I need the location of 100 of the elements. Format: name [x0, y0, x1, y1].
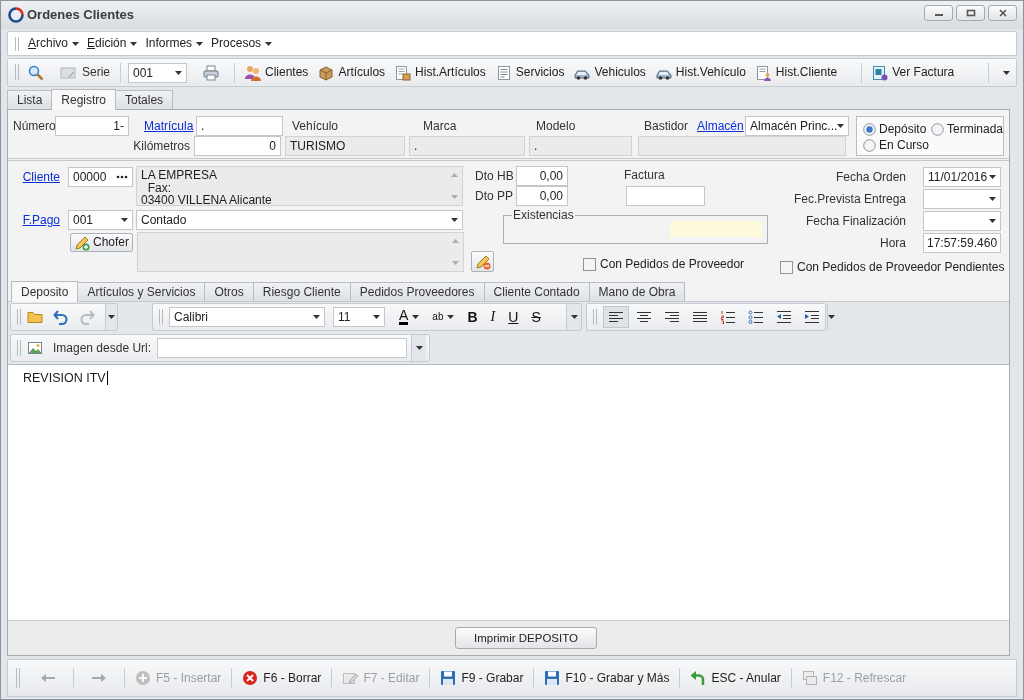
folder-icon[interactable] [27, 309, 43, 325]
discount-field[interactable]: 0,00 [516, 166, 568, 186]
menu-item[interactable]: Procesos [208, 35, 276, 52]
format-button[interactable]: S [529, 309, 543, 325]
factura-field[interactable] [626, 186, 705, 206]
save-icon [440, 670, 457, 686]
toolbar-button[interactable]: Hist.Artículos [392, 62, 489, 83]
windows-icon [801, 670, 818, 686]
pencil-plus-icon [74, 234, 90, 251]
caret-icon [570, 315, 578, 319]
format-button[interactable]: B [465, 309, 480, 325]
action-button[interactable]: F10 - Grabar y Más [541, 668, 673, 688]
tab[interactable]: Cliente Contado [483, 282, 590, 301]
image-icon[interactable] [27, 340, 43, 356]
tab[interactable]: Lista [7, 90, 53, 109]
menu-item[interactable]: Edición [84, 35, 141, 52]
menu-item[interactable]: Archivo [25, 35, 83, 52]
cliente-link[interactable]: Cliente [22, 170, 60, 184]
font-size-dropdown[interactable]: 11 [333, 307, 385, 327]
toolbar-options-button[interactable] [411, 335, 427, 361]
caret-icon [313, 315, 320, 319]
toolbar-button[interactable]: Hist.Cliente [752, 62, 841, 83]
radio-option[interactable]: En Curso [863, 138, 930, 153]
url-field[interactable] [157, 338, 408, 358]
format-button[interactable]: U [506, 309, 521, 325]
radio-option[interactable]: Terminada [931, 122, 1004, 137]
action-button[interactable]: F9 - Grabar [437, 668, 527, 688]
group-label: Existencias [512, 208, 575, 222]
undo-icon[interactable] [53, 309, 69, 325]
radio-option[interactable]: Depósito [863, 122, 927, 137]
bastidor-field[interactable] [638, 136, 846, 156]
modelo-field[interactable]: . [529, 136, 632, 156]
caret-icon [373, 315, 380, 319]
matricula-link[interactable]: Matrícula [144, 118, 194, 133]
ellipsis-icon[interactable] [116, 175, 128, 179]
discount-field[interactable]: 0,00 [516, 186, 568, 206]
toolbar-button[interactable]: Artículos [315, 62, 389, 83]
time-field[interactable]: 17:57:59.460 [923, 233, 1001, 253]
caret-icon [412, 315, 420, 319]
format-button[interactable]: I [488, 309, 498, 325]
print-button[interactable]: Imprimir DEPOSITO [455, 627, 597, 649]
justify-icon [692, 310, 708, 324]
document-icon [495, 64, 512, 81]
caret-icon [837, 124, 845, 128]
field-label: Kilómetros [133, 138, 190, 153]
tab[interactable]: Otros [204, 282, 254, 301]
almacen-dropdown[interactable]: Almacén Princ... [745, 116, 849, 136]
maximize-button[interactable] [956, 5, 985, 21]
printer-icon[interactable] [203, 64, 219, 81]
close-button[interactable] [988, 5, 1017, 21]
editor-text: REVISION ITV [23, 371, 108, 385]
tab[interactable]: Riesgo Cliente [252, 282, 351, 301]
forma-pago-link[interactable]: F.Pago [22, 213, 60, 227]
vehiculo-field[interactable]: TURISMO [285, 136, 405, 156]
forma-pago-code-dropdown[interactable]: 001 [68, 210, 133, 230]
field-label: Hora [879, 235, 906, 252]
matricula-field[interactable]: . [196, 116, 283, 136]
checkbox-option[interactable]: Con Pedidos de Proveedor Pendientes [780, 260, 1005, 275]
action-button[interactable]: ESC - Anular [687, 668, 784, 688]
caret-icon [1002, 70, 1010, 75]
kilometros-field[interactable]: 0 [194, 136, 281, 156]
tab[interactable]: Registro [51, 89, 117, 110]
forma-pago-dropdown[interactable]: Contado [136, 210, 463, 230]
checkbox-option[interactable]: Con Pedidos de Proveedor [583, 257, 745, 272]
chofer-button[interactable]: Chofer [70, 233, 133, 252]
date-dropdown[interactable]: 11/01/2016 [923, 167, 1001, 187]
format-button[interactable]: ab [430, 309, 457, 325]
almacen-link[interactable]: Almacén [697, 118, 744, 133]
search-icon[interactable] [28, 64, 44, 81]
caret-icon [451, 218, 458, 222]
edit-button[interactable] [471, 251, 494, 272]
align-left-button[interactable] [603, 306, 629, 328]
tab[interactable]: Deposito [11, 281, 79, 302]
outdent-icon [776, 310, 792, 324]
tab[interactable]: Artículos y Servicios [77, 282, 206, 301]
tab[interactable]: Totales [115, 90, 174, 109]
format-button[interactable]: A [397, 309, 422, 325]
menu-item[interactable]: Informes [142, 35, 207, 52]
delete-icon [242, 670, 259, 686]
toolbar-options-button[interactable] [105, 304, 117, 330]
font-dropdown[interactable]: Calibri [169, 307, 325, 327]
toolbar-options-button[interactable] [566, 304, 581, 330]
minimize-button[interactable] [924, 5, 953, 21]
toolbar-button[interactable]: Ver Factura [869, 62, 958, 83]
numero-field[interactable]: 1- [55, 116, 129, 136]
caret-icon [121, 218, 128, 222]
toolbar-button[interactable]: Vehiculos [571, 62, 649, 83]
marca-field[interactable]: . [409, 136, 525, 156]
cliente-code-field[interactable]: 00000 [68, 167, 133, 187]
tab[interactable]: Mano de Obra [588, 282, 686, 301]
caret-icon [989, 219, 996, 223]
tab[interactable]: Pedidos Proveedores [349, 282, 485, 301]
action-button[interactable]: F6 - Borrar [239, 668, 325, 688]
field-label: Bastidor [644, 118, 689, 133]
field-label: Fec.Prevista Entrega [792, 191, 906, 208]
field-label: Dto HB [475, 168, 514, 183]
toolbar-button[interactable]: Clientes [242, 62, 312, 83]
toolbar-button[interactable]: Hist.Vehículo [652, 62, 749, 83]
serie-dropdown[interactable]: 001 [128, 62, 187, 83]
toolbar-button[interactable]: Servicios [492, 62, 568, 83]
